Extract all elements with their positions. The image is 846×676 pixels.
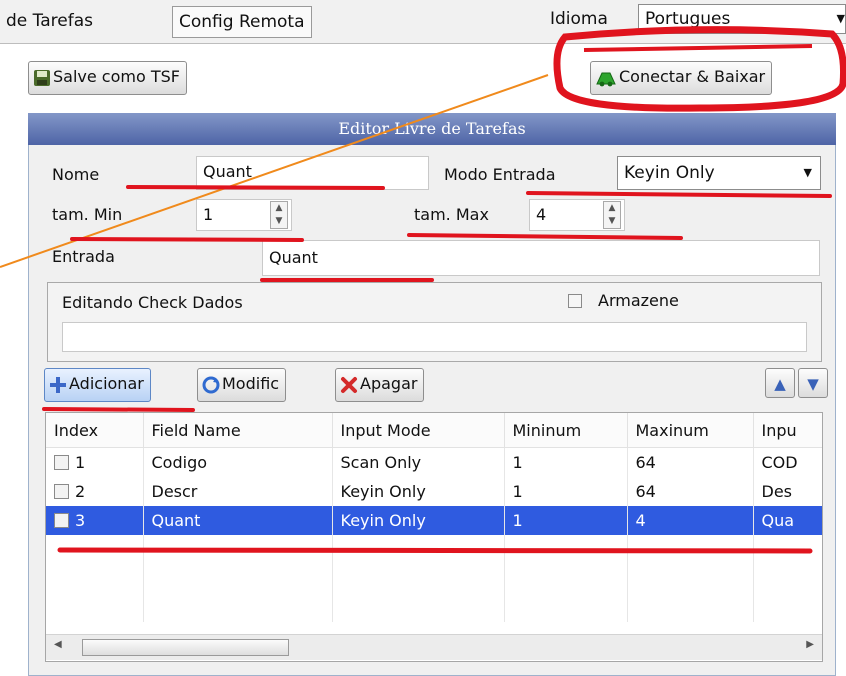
annotation-underline [57, 547, 813, 554]
annotation-underline [126, 185, 385, 190]
annotation-underline [70, 237, 304, 242]
annotation-underline [583, 44, 813, 52]
annotation-underline [526, 191, 832, 198]
annotation-underline [42, 407, 195, 412]
annotation-underline [407, 233, 683, 240]
annotation-overlay [0, 26, 846, 554]
annotation-circle [553, 26, 846, 112]
